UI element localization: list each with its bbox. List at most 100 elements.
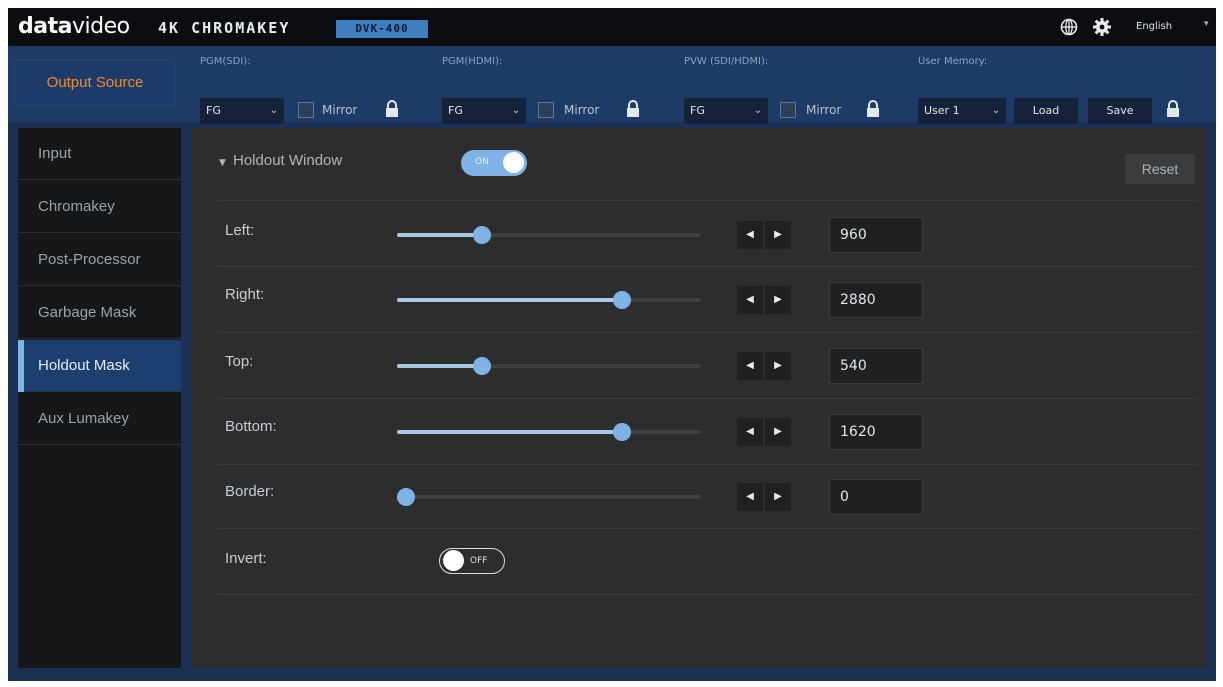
left-decrement-button[interactable]: ◀ <box>737 221 763 249</box>
user-memory-label: User Memory: <box>918 56 988 67</box>
left-label: Left: <box>225 222 255 239</box>
chevron-down-icon: ⌄ <box>511 105 520 116</box>
pgm-hdmi-label: PGM(HDMI): <box>442 56 503 67</box>
pgm-sdi-mirror-label: Mirror <box>322 103 358 117</box>
border-label: Border: <box>225 483 275 500</box>
divider <box>217 200 1197 201</box>
pvw-label: PVW (SDI/HDMI): <box>684 56 769 67</box>
bottom-label: Bottom: <box>225 418 277 435</box>
right-slider[interactable] <box>397 291 701 309</box>
divider <box>217 398 1197 399</box>
output-bar: Output Source PGM(SDI): FG ⌄ Mirror PGM(H… <box>8 46 1216 124</box>
bottom-slider-fill <box>397 430 622 434</box>
sidebar-item-chromakey[interactable]: Chromakey <box>18 181 181 233</box>
bottom-value-input[interactable]: 1620 <box>829 414 923 450</box>
sidebar-item-holdout-mask[interactable]: Holdout Mask <box>18 340 181 392</box>
border-increment-button[interactable]: ▶ <box>765 483 791 511</box>
reset-button[interactable]: Reset <box>1125 154 1195 184</box>
invert-toggle-label: OFF <box>470 556 488 566</box>
language-select[interactable]: English <box>1136 21 1172 32</box>
right-increment-button[interactable]: ▶ <box>765 286 791 314</box>
lock-icon[interactable] <box>1166 100 1180 118</box>
border-slider[interactable] <box>397 488 701 506</box>
app-window: datavideo 4K CHROMAKEY DVK-400 English ▾… <box>8 8 1216 681</box>
invert-toggle[interactable]: OFF <box>439 548 505 574</box>
left-slider[interactable] <box>397 226 701 244</box>
left-slider-thumb[interactable] <box>473 226 492 244</box>
left-slider-fill <box>397 233 483 237</box>
pvw-mirror-label: Mirror <box>806 103 842 117</box>
pgm-sdi-select-value: FG <box>206 104 221 117</box>
bottom-stepper: ◀ ▶ <box>737 418 791 446</box>
user-memory-select[interactable]: User 1 ⌄ <box>918 98 1006 124</box>
chevron-down-icon: ⌄ <box>753 105 762 116</box>
gear-icon[interactable] <box>1092 17 1112 37</box>
divider <box>217 464 1197 465</box>
lock-icon[interactable] <box>385 100 399 118</box>
bottom-slider-thumb[interactable] <box>612 423 631 441</box>
sidebar-item-aux-lumakey[interactable]: Aux Lumakey <box>18 393 181 445</box>
pgm-hdmi-mirror-label: Mirror <box>564 103 600 117</box>
output-source-button[interactable]: Output Source <box>14 60 176 106</box>
left-increment-button[interactable]: ▶ <box>765 221 791 249</box>
user-memory-select-value: User 1 <box>924 104 960 117</box>
right-stepper: ◀ ▶ <box>737 286 791 314</box>
top-stepper: ◀ ▶ <box>737 352 791 380</box>
sidebar-item-input[interactable]: Input <box>18 128 181 180</box>
top-slider-fill <box>397 364 483 368</box>
divider <box>217 332 1197 333</box>
divider <box>217 528 1197 529</box>
bottom-strip <box>8 668 1216 681</box>
toggle-knob <box>503 152 524 173</box>
pgm-hdmi-mirror-checkbox[interactable] <box>538 102 554 118</box>
top-slider[interactable] <box>397 357 701 375</box>
holdout-window-toggle-label: ON <box>475 157 489 167</box>
divider <box>217 594 1197 595</box>
caret-down-icon[interactable]: ▼ <box>219 158 226 168</box>
lock-icon[interactable] <box>866 100 880 118</box>
globe-icon[interactable] <box>1060 18 1078 36</box>
model-badge: DVK-400 <box>336 20 428 38</box>
right-label: Right: <box>225 286 265 303</box>
border-value-input[interactable]: 0 <box>829 479 923 515</box>
chevron-down-icon[interactable]: ▾ <box>1204 19 1209 29</box>
top-increment-button[interactable]: ▶ <box>765 352 791 380</box>
sidebar-item-post-processor[interactable]: Post-Processor <box>18 234 181 286</box>
pgm-hdmi-select-value: FG <box>448 104 463 117</box>
right-slider-fill <box>397 298 622 302</box>
top-slider-thumb[interactable] <box>473 357 492 375</box>
save-button[interactable]: Save <box>1088 98 1152 124</box>
brand-logo-part-data: data <box>18 14 72 39</box>
pvw-select[interactable]: FG ⌄ <box>684 98 768 124</box>
left-value-input[interactable]: 960 <box>829 217 923 253</box>
right-value-input[interactable]: 2880 <box>829 282 923 318</box>
right-slider-thumb[interactable] <box>612 291 631 309</box>
top-bar: datavideo 4K CHROMAKEY DVK-400 English ▾ <box>8 8 1216 46</box>
chevron-down-icon: ⌄ <box>269 105 278 116</box>
brand-logo: datavideo <box>18 14 130 39</box>
pgm-sdi-label: PGM(SDI): <box>200 56 251 67</box>
pvw-mirror-checkbox[interactable] <box>780 102 796 118</box>
sidebar: Input Chromakey Post-Processor Garbage M… <box>18 128 181 668</box>
toggle-knob <box>443 550 464 571</box>
sidebar-item-garbage-mask[interactable]: Garbage Mask <box>18 287 181 339</box>
product-name: 4K CHROMAKEY <box>158 19 291 37</box>
right-decrement-button[interactable]: ◀ <box>737 286 763 314</box>
lock-icon[interactable] <box>626 100 640 118</box>
top-decrement-button[interactable]: ◀ <box>737 352 763 380</box>
bottom-slider[interactable] <box>397 423 701 441</box>
holdout-window-title: Holdout Window <box>233 152 343 169</box>
bottom-decrement-button[interactable]: ◀ <box>737 418 763 446</box>
pgm-hdmi-select[interactable]: FG ⌄ <box>442 98 526 124</box>
load-button[interactable]: Load <box>1014 98 1078 124</box>
brand-logo-part-video: video <box>71 14 130 39</box>
border-decrement-button[interactable]: ◀ <box>737 483 763 511</box>
holdout-window-toggle[interactable]: ON <box>461 150 527 176</box>
bottom-increment-button[interactable]: ▶ <box>765 418 791 446</box>
pgm-sdi-select[interactable]: FG ⌄ <box>200 98 284 124</box>
pgm-sdi-mirror-checkbox[interactable] <box>298 102 314 118</box>
top-value-input[interactable]: 540 <box>829 348 923 384</box>
border-slider-thumb[interactable] <box>397 488 416 506</box>
left-stepper: ◀ ▶ <box>737 221 791 249</box>
divider <box>217 266 1197 267</box>
